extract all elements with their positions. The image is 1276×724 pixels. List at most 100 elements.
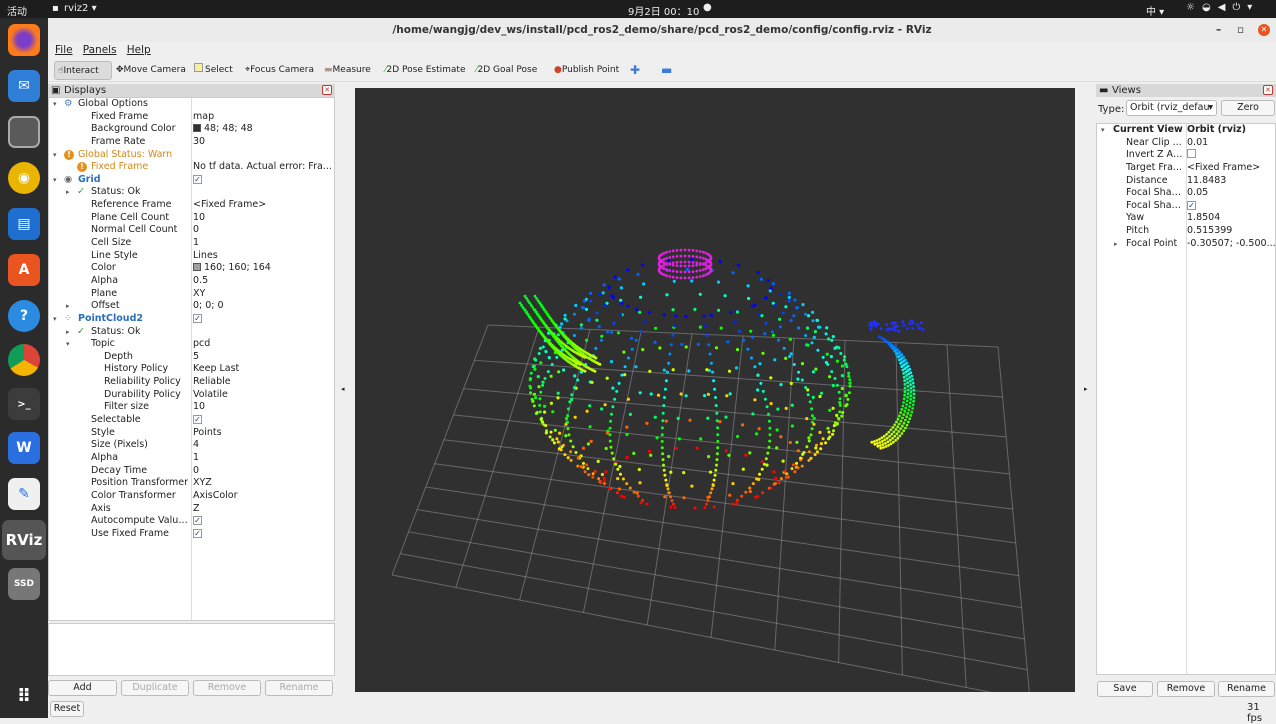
tree-row[interactable]: Near Clip ... 0.01: [1097, 137, 1275, 150]
property-checkbox[interactable]: ✓: [193, 515, 202, 528]
menu-help[interactable]: Help: [127, 44, 151, 56]
property-checkbox[interactable]: ✓: [1187, 200, 1196, 213]
tree-row[interactable]: ▾ ◉ Grid ✓: [49, 174, 334, 187]
collapse-arrow-icon[interactable]: ▾: [53, 313, 57, 326]
tree-row[interactable]: Yaw 1.8504: [1097, 212, 1275, 225]
rviz-icon[interactable]: RViz: [2, 520, 46, 560]
collapse-right-handle[interactable]: ▸: [1084, 385, 1088, 393]
clock[interactable]: 9月2日 00：10: [628, 3, 699, 18]
checkbox[interactable]: ✓: [1187, 200, 1196, 210]
add-tool-button[interactable]: ✚: [627, 61, 643, 80]
software-icon[interactable]: A: [8, 254, 40, 286]
select-tool[interactable]: Select: [191, 61, 236, 80]
tree-row[interactable]: Focal Shap... ✓: [1097, 200, 1275, 213]
tree-row[interactable]: ▾! Global Status: Warn: [49, 149, 334, 162]
tree-row[interactable]: Normal Cell Count 0: [49, 224, 334, 237]
minimize-button[interactable]: –: [1216, 18, 1221, 42]
tree-row[interactable]: Cell Size 1: [49, 237, 334, 250]
interact-tool[interactable]: ☝Interact: [54, 61, 112, 80]
3d-scene[interactable]: [355, 88, 1075, 692]
property-checkbox[interactable]: ✓: [193, 414, 202, 427]
show-apps-icon[interactable]: ⠿: [8, 680, 40, 712]
tree-row[interactable]: Color 160; 160; 164: [49, 262, 334, 275]
tree-row[interactable]: Axis Z: [49, 503, 334, 516]
tree-row[interactable]: Use Fixed Frame ✓: [49, 528, 334, 541]
tree-row[interactable]: Selectable ✓: [49, 414, 334, 427]
text-editor-icon[interactable]: ✎: [8, 478, 40, 510]
tree-row[interactable]: ▸ Offset 0; 0; 0: [49, 300, 334, 313]
tree-row[interactable]: ▸ Focal Point -0.30507; -0.500...: [1097, 238, 1276, 251]
collapse-arrow-icon[interactable]: ▾: [53, 149, 57, 162]
rhythmbox-icon[interactable]: ◉: [8, 162, 40, 194]
tree-row[interactable]: ▾ ⁘ PointCloud2 ✓: [49, 313, 334, 326]
tree-row[interactable]: Invert Z Axis: [1097, 149, 1275, 162]
tree-row[interactable]: Background Color 48; 48; 48: [49, 123, 334, 136]
help-icon[interactable]: ?: [8, 300, 40, 332]
maximize-button[interactable]: ▫: [1237, 18, 1244, 42]
menu-panels[interactable]: Panels: [83, 44, 117, 56]
tree-row[interactable]: Filter size 10: [49, 401, 334, 414]
expand-arrow-icon[interactable]: ▸: [66, 186, 70, 199]
tree-row[interactable]: Alpha 1: [49, 452, 334, 465]
property-checkbox[interactable]: [1187, 149, 1196, 163]
thunderbird-icon[interactable]: ✉: [8, 70, 40, 102]
expand-arrow-icon[interactable]: ▸: [1114, 238, 1118, 251]
tree-row[interactable]: Frame Rate 30: [49, 136, 334, 149]
property-checkbox[interactable]: ✓: [193, 174, 202, 187]
tree-row[interactable]: Color Transformer AxisColor: [49, 490, 334, 503]
input-method[interactable]: 中 ▾: [1146, 3, 1164, 18]
views-tree[interactable]: ▾ Current View Orbit (rviz) Near Clip ... 0.…: [1096, 123, 1276, 675]
remove-tool-button[interactable]: ▬: [658, 61, 675, 80]
checkbox[interactable]: [1187, 149, 1196, 159]
tree-row[interactable]: Autocompute Value B...✓: [49, 515, 334, 528]
tree-row[interactable]: ▸ ✓ Status: Ok: [49, 186, 334, 199]
firefox-icon[interactable]: [8, 24, 40, 56]
tree-row[interactable]: ▾ ⚙ Global Options: [49, 98, 334, 111]
tree-row[interactable]: Style Points: [49, 427, 334, 440]
zero-button[interactable]: Zero: [1221, 100, 1275, 116]
tree-row[interactable]: Alpha 0.5: [49, 275, 334, 288]
displays-tree[interactable]: ▾ ⚙ Global Options Fixed Frame map Background…: [48, 97, 335, 621]
move-camera-tool[interactable]: ✥Move Camera: [113, 61, 189, 80]
expand-arrow-icon[interactable]: ▸: [66, 300, 70, 313]
reset-button[interactable]: Reset: [50, 701, 84, 717]
2d-goal-pose-tool[interactable]: ⁄2D Goal Pose: [473, 61, 540, 80]
checkbox[interactable]: ✓: [193, 174, 202, 184]
2d-pose-estimate-tool[interactable]: ⁄2D Pose Estimate: [382, 61, 469, 80]
tree-row[interactable]: Fixed Frame map: [49, 111, 334, 124]
tree-row[interactable]: ▾ Topic pcd: [49, 338, 334, 351]
duplicate-display-button[interactable]: Duplicate: [121, 680, 189, 696]
collapse-left-handle[interactable]: ◂: [341, 385, 345, 393]
tree-row[interactable]: ! Fixed Frame No tf data. Actual error: Fr…: [49, 161, 334, 174]
tree-row[interactable]: Pitch 0.515399: [1097, 225, 1275, 238]
collapse-arrow-icon[interactable]: ▾: [66, 338, 70, 351]
tree-row[interactable]: Plane Cell Count 10: [49, 212, 334, 225]
tree-row[interactable]: Size (Pixels) 4: [49, 439, 334, 452]
close-window-button[interactable]: ✕: [1258, 24, 1270, 36]
tree-row[interactable]: Line Style Lines: [49, 250, 334, 263]
tree-row[interactable]: Decay Time 0: [49, 465, 334, 478]
tree-row[interactable]: Position Transformer XYZ: [49, 477, 334, 490]
tree-row[interactable]: Reference Frame <Fixed Frame>: [49, 199, 334, 212]
tree-row[interactable]: Distance 11.8483: [1097, 175, 1275, 188]
files-icon[interactable]: [8, 116, 40, 148]
view-type-select[interactable]: Orbit (rviz_defau ▾: [1126, 100, 1217, 116]
tree-row[interactable]: Target Fra... <Fixed Frame>: [1097, 162, 1275, 175]
menu-file[interactable]: File: [55, 44, 73, 56]
tree-row[interactable]: Plane XY: [49, 288, 334, 301]
activities-button[interactable]: 活动: [7, 3, 27, 18]
tree-row[interactable]: History Policy Keep Last: [49, 363, 334, 376]
remove-display-button[interactable]: Remove: [193, 680, 261, 696]
property-checkbox[interactable]: ✓: [193, 313, 202, 326]
checkbox[interactable]: ✓: [193, 415, 202, 425]
property-checkbox[interactable]: ✓: [193, 528, 202, 541]
close-panel-button[interactable]: ✕: [322, 85, 332, 95]
expand-arrow-icon[interactable]: ▸: [66, 326, 70, 339]
measure-tool[interactable]: ▬Measure: [321, 61, 374, 80]
chrome-icon[interactable]: [8, 344, 40, 376]
writer-icon[interactable]: ▤: [8, 208, 40, 240]
collapse-arrow-icon[interactable]: ▾: [1101, 124, 1105, 137]
system-tray-icons[interactable]: ☼◒◀⏻▾: [1186, 2, 1259, 13]
checkbox[interactable]: ✓: [193, 516, 202, 526]
tree-row[interactable]: ▾ Current View Orbit (rviz): [1097, 124, 1275, 137]
